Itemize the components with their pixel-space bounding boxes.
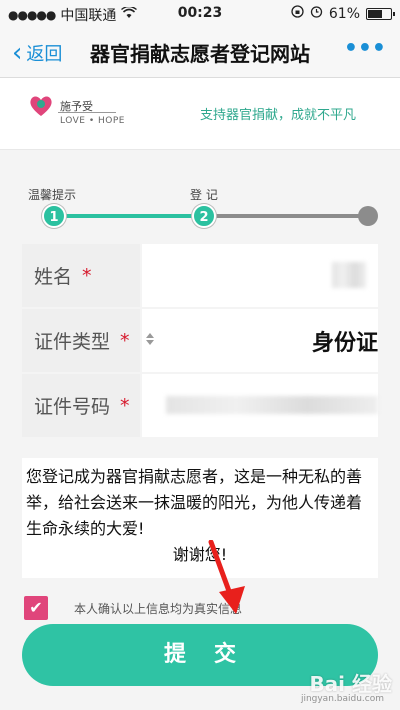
required-mark: * (82, 264, 92, 287)
brand-tagline: LOVE • HOPE (60, 116, 125, 126)
status-bar: ●●●●● 中国联通 00:23 61% (0, 0, 400, 26)
page-title: 器官捐献志愿者登记网站 (90, 42, 310, 66)
confirm-checkbox[interactable]: ✔ (24, 596, 48, 620)
step-label-2: 登 记 (190, 188, 218, 202)
back-button[interactable]: ‹ 返回 (12, 40, 62, 66)
name-label: 姓名 (34, 266, 73, 288)
id-type-value: 身份证 (311, 331, 378, 356)
watermark-logo: Bai 经验 (309, 672, 392, 696)
heart-logo-icon (30, 96, 52, 116)
battery-percent: 61% (328, 5, 360, 22)
confirm-text: 本人确认以上信息均为真实信息 (74, 602, 243, 616)
step-dot-3 (358, 206, 378, 226)
step-line-completed (54, 214, 204, 218)
alarm-icon (310, 5, 323, 22)
step-line-pending (204, 214, 366, 218)
form-row-id-number: 证件号码 * (22, 374, 378, 437)
id-type-select[interactable]: 身份证 (142, 309, 378, 372)
nav-bar: ‹ 返回 器官捐献志愿者登记网站 ••• (0, 26, 400, 78)
step-dot-1: 1 (42, 204, 66, 228)
battery-icon (366, 7, 395, 20)
watermark-url: jingyan.baidu.com (300, 694, 384, 704)
registration-form: 姓名 * 证件类型 * 身份证 证件号码 * (22, 244, 378, 439)
form-row-name: 姓名 * (22, 244, 378, 307)
rotation-lock-icon (291, 5, 304, 22)
header-banner: 施予受 LOVE • HOPE 支持器官捐献，成就不平凡 (0, 78, 400, 150)
id-number-input[interactable] (142, 374, 378, 437)
blurred-name (332, 262, 366, 288)
step-dot-2: 2 (192, 204, 216, 228)
id-type-label: 证件类型 (34, 331, 111, 353)
id-number-label: 证件号码 (34, 396, 111, 418)
thank-you-message: 您登记成为器官捐献志愿者，这是一种无私的善举，给社会送来一抹温暖的阳光，为他人传… (22, 458, 378, 578)
required-mark: * (120, 329, 130, 352)
back-label: 返回 (26, 44, 63, 65)
select-arrows-icon (146, 333, 156, 345)
name-input[interactable] (142, 244, 378, 307)
check-icon: ✔ (29, 598, 43, 617)
required-mark: * (120, 394, 130, 417)
slogan: 支持器官捐献，成就不平凡 (200, 108, 357, 123)
step-label-1: 温馨提示 (28, 188, 77, 202)
message-thanks: 谢谢您! (172, 545, 228, 564)
blurred-id-number (166, 396, 378, 414)
form-row-id-type: 证件类型 * 身份证 (22, 309, 378, 372)
message-body: 您登记成为器官捐献志愿者，这是一种无私的善举，给社会送来一抹温暖的阳光，为他人传… (26, 467, 363, 538)
chevron-left-icon: ‹ (12, 38, 23, 68)
more-button[interactable]: ••• (344, 36, 386, 61)
